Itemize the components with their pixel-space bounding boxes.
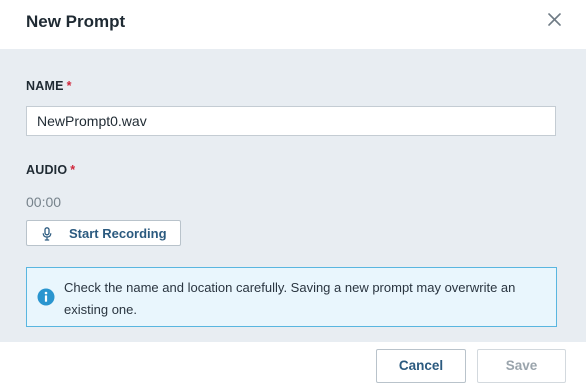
info-icon <box>37 288 55 306</box>
microphone-icon <box>42 227 52 241</box>
dialog-footer: Cancel Save <box>0 342 586 389</box>
name-input[interactable] <box>26 106 556 136</box>
dialog-body: NAME* AUDIO* 00:00 Start Recording Check… <box>0 49 586 342</box>
audio-label: AUDIO * <box>26 163 75 177</box>
dialog-title: New Prompt <box>26 12 126 31</box>
required-marker: * <box>66 79 72 93</box>
start-recording-button[interactable]: Start Recording <box>26 220 181 246</box>
recording-timer: 00:00 <box>26 194 62 210</box>
cancel-button[interactable]: Cancel <box>376 349 466 383</box>
dialog-header: New Prompt <box>0 0 586 49</box>
info-message: Check the name and location carefully. S… <box>64 280 516 317</box>
close-button[interactable] <box>544 9 566 31</box>
new-prompt-dialog: New Prompt NAME* AUDIO* 00:00 Start Reco… <box>0 0 586 389</box>
audio-label-text: AUDIO <box>26 163 68 177</box>
required-marker: * <box>70 163 76 177</box>
name-label: NAME * <box>26 79 72 93</box>
close-icon <box>548 13 561 26</box>
start-recording-label: Start Recording <box>69 226 167 241</box>
info-banner: Check the name and location carefully. S… <box>26 267 557 327</box>
save-button[interactable]: Save <box>477 349 566 383</box>
name-label-text: NAME <box>26 79 64 93</box>
